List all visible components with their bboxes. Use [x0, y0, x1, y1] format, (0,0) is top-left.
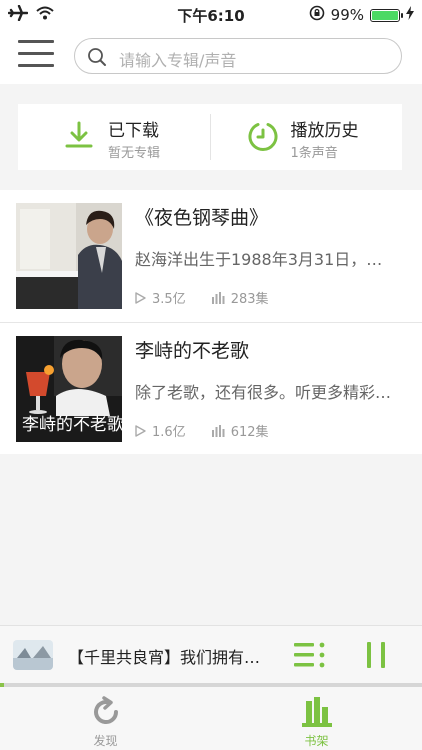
- pause-button[interactable]: [364, 641, 388, 673]
- menu-icon-line: [18, 40, 54, 43]
- downloaded-title: 已下载: [108, 121, 159, 141]
- menu-icon-line: [18, 52, 54, 55]
- search-placeholder: 请输入专辑/声音: [119, 51, 237, 70]
- album-item-night-piano[interactable]: 《夜色钢琴曲》 赵海洋出生于1988年3月31日，中国内地新世纪钢琴曲创作者 3…: [0, 190, 422, 322]
- quick-actions: 已下载 暂无专辑 播放历史 1条声音: [18, 104, 402, 170]
- tab-bookshelf[interactable]: 书架: [211, 687, 422, 750]
- album-cover-text: 李峙的不老歌: [22, 415, 122, 435]
- history-button[interactable]: 播放历史 1条声音: [211, 104, 403, 170]
- downloaded-subtitle: 暂无专辑: [108, 146, 161, 161]
- download-icon: [64, 120, 94, 154]
- charging-icon: [406, 6, 414, 24]
- episode-count: 612集: [230, 425, 269, 440]
- battery-fill: [372, 10, 398, 20]
- album-meta: 3.5亿 283集: [135, 288, 269, 307]
- playlist-icon: [294, 642, 325, 668]
- episodes-icon: [211, 291, 225, 304]
- battery-percent: 99%: [330, 6, 364, 24]
- player-title: 【千里共良宵】我们拥有同一片星空: [68, 648, 276, 667]
- history-icon: [247, 120, 279, 156]
- rotation-lock-icon: [309, 5, 325, 25]
- status-bar: 下午6:10 99%: [0, 0, 422, 28]
- search-bar: 请输入专辑/声音: [0, 28, 422, 84]
- battery-icon: [370, 8, 403, 22]
- search-input[interactable]: 请输入专辑/声音: [74, 38, 402, 74]
- album-title: 李峙的不老歌: [135, 340, 250, 362]
- album-list: 《夜色钢琴曲》 赵海洋出生于1988年3月31日，中国内地新世纪钢琴曲创作者 3…: [0, 190, 422, 454]
- play-count: 3.5亿: [152, 292, 186, 307]
- player-thumbnail: [13, 640, 53, 670]
- tab-bar: 发现 书架: [0, 687, 422, 750]
- history-title: 播放历史: [290, 121, 359, 141]
- album-title: 《夜色钢琴曲》: [135, 207, 269, 229]
- play-count: 1.6亿: [152, 425, 186, 440]
- album-meta: 1.6亿 612集: [135, 421, 269, 440]
- status-right: 99%: [309, 5, 414, 25]
- tab-discover[interactable]: 发现: [0, 687, 211, 750]
- pause-icon: [367, 642, 385, 668]
- play-count-icon: [135, 291, 146, 304]
- search-icon: [88, 48, 106, 66]
- mini-player[interactable]: 【千里共良宵】我们拥有同一片星空: [0, 625, 422, 684]
- album-description: 除了老歌，还有很多。听更多精彩节目: [135, 383, 397, 402]
- album-cover-piano: [16, 203, 122, 309]
- tab-label: 书架: [304, 734, 329, 748]
- menu-button[interactable]: [18, 40, 54, 70]
- refresh-icon: [89, 695, 123, 733]
- episodes-icon: [211, 424, 225, 437]
- menu-icon-line: [18, 64, 54, 67]
- episode-count: 283集: [230, 292, 269, 307]
- history-subtitle: 1条声音: [290, 146, 338, 161]
- tab-label: 发现: [93, 734, 118, 748]
- bookshelf-icon: [300, 695, 334, 733]
- album-cover-old-songs: 李峙的不老歌: [16, 336, 122, 442]
- play-count-icon: [135, 424, 146, 437]
- playlist-button[interactable]: [294, 641, 326, 673]
- album-item-old-songs[interactable]: 李峙的不老歌 李峙的不老歌 除了老歌，还有很多。听更多精彩节目 1.6亿 612…: [0, 322, 422, 455]
- downloaded-button[interactable]: 已下载 暂无专辑: [18, 104, 210, 170]
- album-description: 赵海洋出生于1988年3月31日，中国内地新世纪钢琴曲创作者: [135, 250, 397, 269]
